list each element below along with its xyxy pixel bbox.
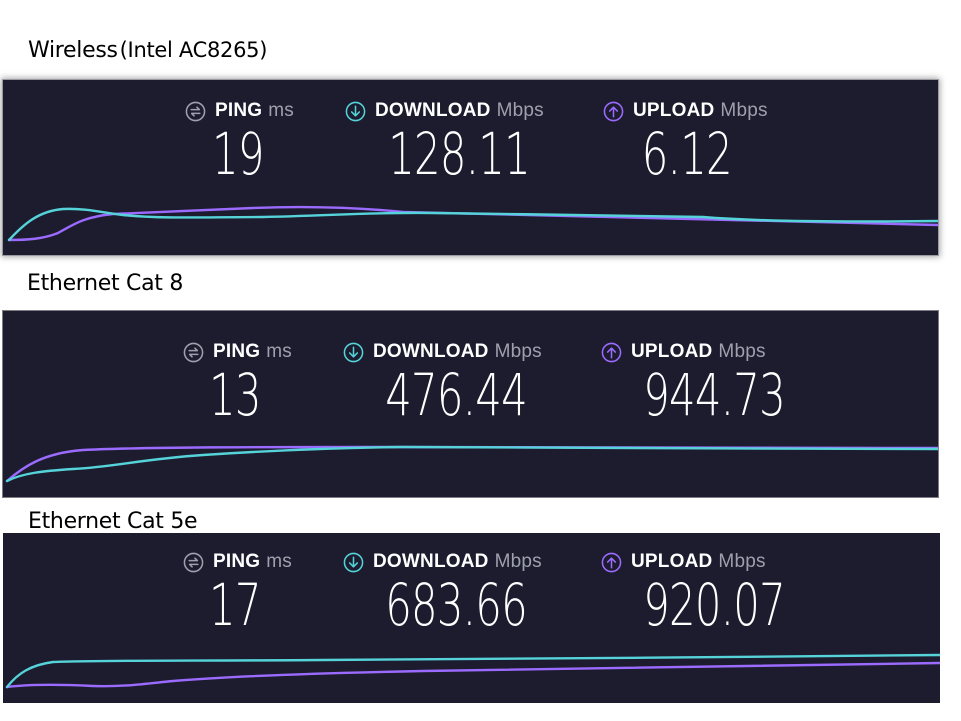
ping-icon	[183, 342, 204, 362]
caption-wireless: Wireless(Intel AC8265)	[28, 38, 267, 63]
download-value: 683.66	[385, 571, 528, 639]
ping-value: 17	[209, 571, 261, 639]
upload-arrow-icon	[601, 342, 622, 362]
download-arrow-icon	[343, 552, 364, 572]
speed-graph	[7, 205, 938, 242]
download-header: DOWNLOAD Mbps	[345, 100, 544, 122]
ping-value: 13	[209, 361, 261, 429]
ping-unit: ms	[266, 341, 292, 362]
upload-header: UPLOAD Mbps	[603, 100, 768, 122]
download-header: DOWNLOAD Mbps	[343, 551, 542, 573]
upload-value: 6.12	[641, 120, 733, 188]
caption-ethernet-cat8: Ethernet Cat 8	[27, 271, 183, 296]
caption-ethernet-cat5e: Ethernet Cat 5e	[28, 509, 198, 534]
download-unit: Mbps	[494, 551, 542, 572]
upload-value: 920.07	[643, 571, 786, 639]
ping-header: PING ms	[185, 100, 294, 122]
download-arrow-icon	[345, 101, 366, 121]
upload-label: UPLOAD	[633, 100, 715, 121]
download-unit: Mbps	[494, 341, 542, 362]
download-graph-line	[5, 445, 938, 483]
caption-title: Ethernet Cat 5e	[28, 509, 198, 534]
upload-header: UPLOAD Mbps	[601, 551, 766, 573]
speed-graph	[5, 445, 938, 483]
ping-label: PING	[213, 341, 261, 362]
ping-label: PING	[213, 551, 261, 572]
upload-graph-line	[5, 661, 940, 689]
download-value: 128.11	[388, 120, 531, 188]
download-label: DOWNLOAD	[375, 100, 491, 121]
speedtest-panel-ethernet-cat8: PING ms 13 DOWNLOAD Mbps 476.44 UPLOAD Mbps…	[3, 311, 938, 497]
caption-title: Wireless	[28, 38, 118, 63]
caption-title: Ethernet Cat 8	[27, 271, 184, 296]
upload-unit: Mbps	[720, 100, 768, 121]
ping-icon	[183, 552, 204, 572]
speedtest-panel-ethernet-cat5e: PING ms 17 DOWNLOAD Mbps 683.66 UPLOAD Mbps…	[3, 533, 940, 703]
speedtest-panel-wireless: PING ms 19 DOWNLOAD Mbps 128.11 UPLOAD Mbps…	[3, 80, 938, 255]
upload-label: UPLOAD	[631, 341, 713, 362]
download-header: DOWNLOAD Mbps	[343, 341, 542, 363]
upload-graph-line	[5, 445, 938, 483]
upload-header: UPLOAD Mbps	[601, 341, 766, 363]
ping-header: PING ms	[183, 341, 292, 363]
ping-unit: ms	[266, 551, 292, 572]
upload-label: UPLOAD	[631, 551, 713, 572]
ping-label: PING	[215, 100, 263, 121]
upload-arrow-icon	[603, 101, 624, 121]
caption-adapter: (Intel AC8265)	[119, 38, 268, 62]
upload-value: 944.73	[643, 361, 786, 429]
ping-icon	[185, 101, 206, 121]
upload-unit: Mbps	[718, 551, 766, 572]
download-unit: Mbps	[496, 100, 544, 121]
ping-unit: ms	[268, 100, 294, 121]
download-value: 476.44	[385, 361, 528, 429]
upload-arrow-icon	[601, 552, 622, 572]
download-label: DOWNLOAD	[373, 341, 489, 362]
download-arrow-icon	[343, 342, 364, 362]
ping-value: 19	[212, 120, 264, 188]
speed-graph	[5, 653, 940, 689]
download-label: DOWNLOAD	[373, 551, 489, 572]
upload-unit: Mbps	[718, 341, 766, 362]
upload-graph-line	[7, 205, 938, 242]
ping-header: PING ms	[183, 551, 292, 573]
